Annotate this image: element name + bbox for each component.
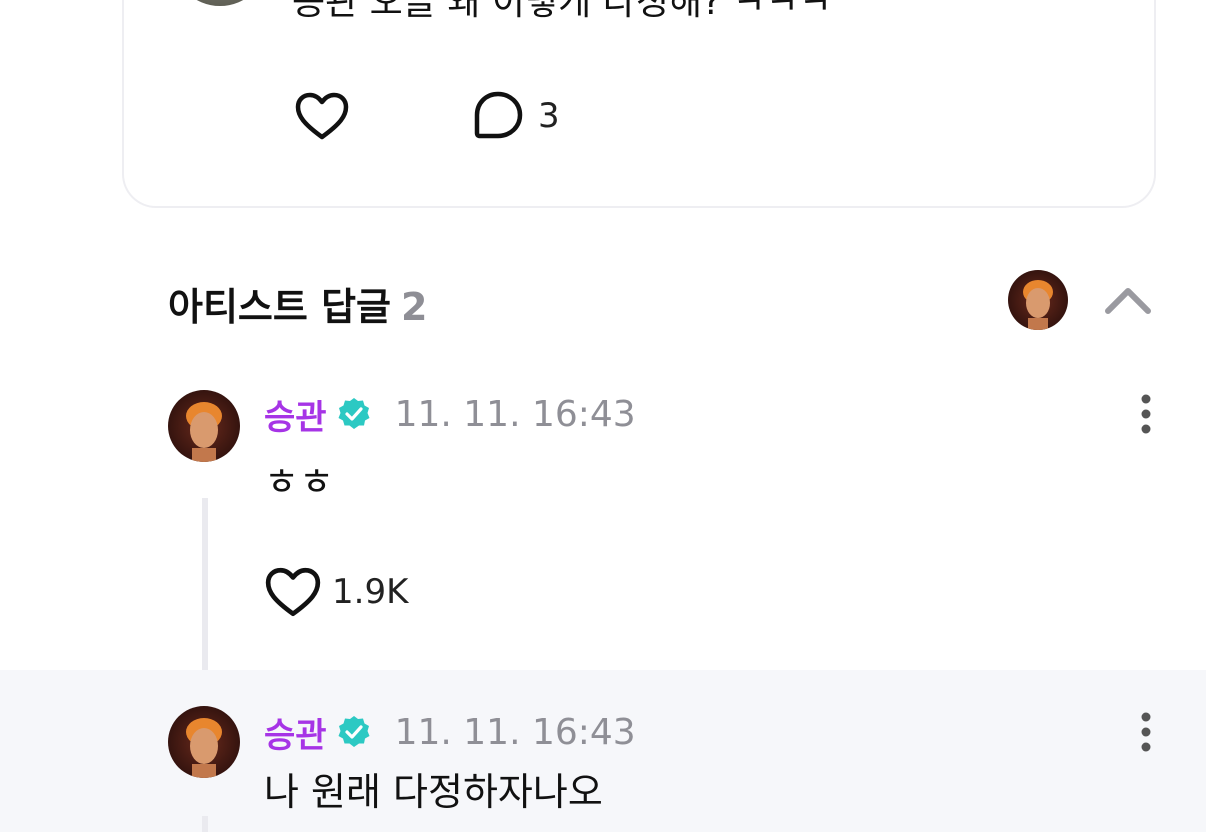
artist-reply: 승관 11. 11. 16:43 ㅎㅎ 1.9K — [0, 378, 1206, 670]
heart-outline-icon — [265, 567, 321, 617]
speech-bubble-icon — [474, 91, 523, 139]
reply-timestamp: 11. 11. 16:43 — [394, 393, 636, 435]
reply-meta: 승관 11. 11. 16:43 — [264, 706, 636, 758]
artist-avatar[interactable] — [168, 706, 240, 778]
like-count: 1.9K — [332, 572, 409, 612]
author-name[interactable]: 승관 — [264, 390, 327, 439]
author-name[interactable]: 승관 — [264, 708, 327, 757]
thread-line — [202, 498, 208, 670]
post-text: 승관 오늘 왜 이렇게 다정해? ㅋㅋㅋ — [292, 0, 833, 23]
chevron-up-icon — [1105, 288, 1151, 314]
artist-avatar-small — [1008, 270, 1068, 330]
artist-replies-count: 2 — [401, 285, 428, 329]
thread-line — [202, 816, 208, 832]
parent-post-card: 승관 오늘 왜 이렇게 다정해? ㅋㅋㅋ 3 — [122, 0, 1156, 208]
comment-thread-page: 승관 오늘 왜 이렇게 다정해? ㅋㅋㅋ 3 아티스트 답글 2 승관 11. … — [0, 0, 1206, 832]
post-like-button[interactable] — [292, 86, 352, 146]
post-comment-button[interactable]: 3 — [472, 86, 560, 146]
more-options-button[interactable] — [1126, 388, 1166, 440]
artist-reply: 승관 11. 11. 16:43 나 원래 다정하자나오 — [0, 670, 1206, 832]
verified-badge-icon — [338, 398, 370, 429]
post-author-avatar[interactable] — [172, 0, 268, 6]
artist-replies-header: 아티스트 답글 2 — [168, 270, 1158, 332]
collapse-replies-button[interactable] — [1102, 280, 1154, 320]
reply-text: ㅎㅎ — [264, 460, 334, 504]
reply-text: 나 원래 다정하자나오 — [264, 770, 603, 814]
reply-meta: 승관 11. 11. 16:43 — [264, 388, 636, 440]
artist-replies-title: 아티스트 답글 2 — [168, 276, 427, 331]
more-vertical-icon — [1141, 394, 1151, 434]
verified-badge-icon — [338, 716, 370, 747]
more-vertical-icon — [1141, 712, 1151, 752]
reply-timestamp: 11. 11. 16:43 — [394, 711, 636, 753]
more-options-button[interactable] — [1126, 706, 1166, 758]
artist-replies-label: 아티스트 답글 — [168, 285, 391, 329]
heart-outline-icon — [295, 92, 349, 140]
artist-avatar[interactable] — [168, 390, 240, 462]
reply-like-button[interactable]: 1.9K — [264, 562, 408, 622]
comment-count: 3 — [538, 96, 560, 136]
